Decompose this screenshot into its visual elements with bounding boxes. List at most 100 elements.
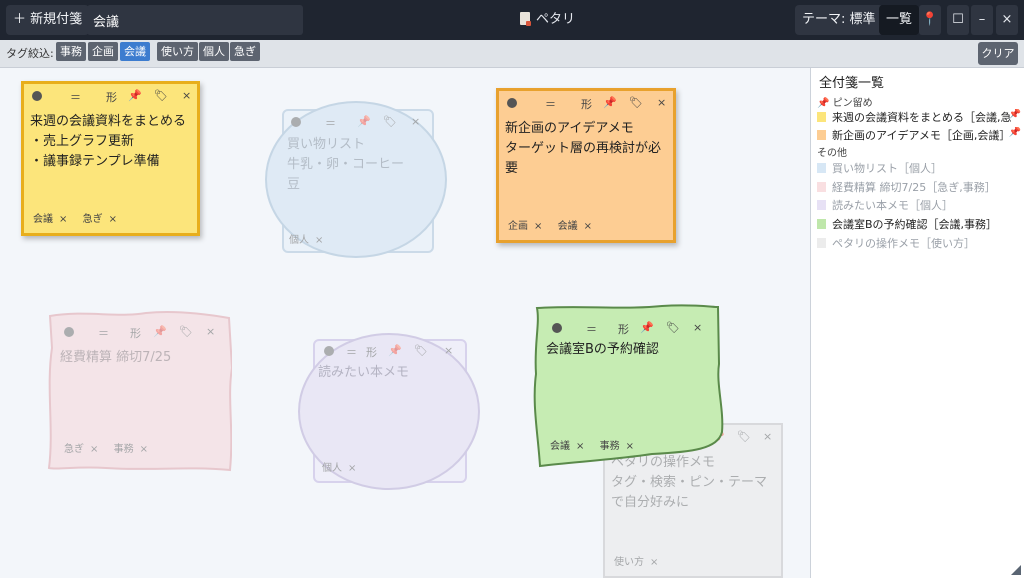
tag-remove-icon[interactable]: × [584,221,592,232]
list-item[interactable]: 買い物リスト［個人］ [817,160,1021,176]
list-item[interactable]: 来週の会議資料をまとめる［会議,急 📌 [817,109,1021,125]
note-tag[interactable]: 個人 [322,463,342,474]
list-toggle-button[interactable]: 一覧 [879,5,920,35]
tag-icon[interactable]: 🏷 [414,344,428,357]
tag-remove-icon[interactable]: × [59,214,67,225]
shape-button[interactable]: 形 [366,344,377,360]
new-note-button[interactable]: ＋ 新規付箋 [6,5,90,35]
list-item[interactable]: 読みたい本メモ［個人］ [817,197,1021,213]
note-text[interactable]: 読みたい本メモ [318,363,472,383]
note-header[interactable]: ＝ 形 📌 🏷 × [532,316,724,340]
note-tag[interactable]: 会議 [558,221,578,232]
sticky-note[interactable]: ＝ 形 📌 🏷 × 新企画のアイデアメモ ターゲット層の再検討が必 要 企画 × … [496,88,676,243]
pin-icon[interactable]: 📌 [153,325,167,338]
note-text[interactable]: 経費精算 締切7/25 [60,348,226,368]
pin-icon[interactable]: 📌 [388,344,402,357]
resize-grip-icon[interactable] [1011,565,1021,575]
pin-icon[interactable]: 📌 [603,96,617,109]
close-icon[interactable]: × [693,321,702,334]
shape-button[interactable]: 形 [130,325,141,341]
tag-icon[interactable]: 🏷 [383,115,397,128]
color-dot-icon[interactable] [291,117,301,127]
list-item[interactable]: ペタリの操作メモ［使い方］ [817,235,1021,251]
tag-filter-chip[interactable]: 企画 [88,42,118,61]
sticky-note-circle[interactable]: ＝ 形 📌 🏷 × 読みたい本メモ 個人 × [298,333,480,490]
tag-remove-icon[interactable]: × [348,463,356,474]
sticky-note[interactable]: ＝ 形 📌 🏷 × 来週の会議資料をまとめる ・売上グラフ更新 ・議事録テンプレ… [21,81,200,236]
tag-icon[interactable]: 🏷 [629,96,643,109]
drag-handle-icon[interactable]: ＝ [70,89,81,105]
minimize-button[interactable]: – [971,5,993,35]
close-icon[interactable]: × [444,344,453,357]
drag-handle-icon[interactable]: ＝ [346,344,357,360]
note-tag[interactable]: 事務 [114,444,134,455]
tag-filter-chip[interactable]: 使い方 [157,42,198,61]
note-tag[interactable]: 企画 [508,221,528,232]
drag-handle-icon[interactable]: ＝ [325,115,336,131]
list-item[interactable]: 新企画のアイデアメモ［企画,会議］ 📌 [817,127,1021,143]
tag-icon[interactable]: 🏷 [666,321,680,334]
color-dot-icon[interactable] [64,327,74,337]
tag-remove-icon[interactable]: × [315,235,323,246]
tag-filter-chip[interactable]: 事務 [56,42,86,61]
note-text[interactable]: 新企画のアイデアメモ ターゲット層の再検討が必 要 [505,119,667,179]
sticky-note-wavy[interactable]: ＝ 形 📌 🏷 × 会議室Bの予約確認 会議 × 事務 × [532,304,724,468]
tag-icon[interactable]: 🏷 [154,89,168,102]
close-icon[interactable]: × [182,89,191,102]
tag-remove-icon[interactable]: × [576,441,584,452]
note-header[interactable]: ＝ 形 📌 🏷 × [24,84,197,108]
note-header[interactable]: ＝ 形 📌 🏷 × [298,339,478,363]
list-item[interactable]: 経費精算 締切7/25［急ぎ,事務］ [817,179,1021,195]
shape-button[interactable]: 形 [106,89,117,105]
tag-remove-icon[interactable]: × [534,221,542,232]
drag-handle-icon[interactable]: ＝ [586,321,597,337]
drag-handle-icon[interactable]: ＝ [545,96,556,112]
note-tag[interactable]: 会議 [550,441,570,452]
tag-icon[interactable]: 🏷 [737,430,751,443]
note-text[interactable]: 会議室Bの予約確認 [546,340,718,360]
clear-filter-button[interactable]: クリア [978,42,1018,65]
tag-remove-icon[interactable]: × [140,444,148,455]
tag-remove-icon[interactable]: × [109,214,117,225]
pin-icon[interactable]: 📌 [357,115,371,128]
tag-icon[interactable]: 🏷 [179,325,193,338]
search-input[interactable] [87,5,303,35]
note-tag[interactable]: 急ぎ [83,214,103,225]
theme-button[interactable]: テーマ: 標準 [795,5,883,35]
close-icon[interactable]: × [657,96,666,109]
drag-handle-icon[interactable]: ＝ [98,325,109,341]
close-icon[interactable]: × [763,430,772,443]
tag-remove-icon[interactable]: × [90,444,98,455]
tag-remove-icon[interactable]: × [626,441,634,452]
color-dot-icon[interactable] [324,346,334,356]
shape-button[interactable]: 形 [581,96,592,112]
note-header[interactable]: ＝ 形 📌 🏷 × [499,91,673,115]
note-tag[interactable]: 会議 [33,214,53,225]
note-tag[interactable]: 個人 [289,235,309,246]
color-dot-icon[interactable] [552,323,562,333]
tag-remove-icon[interactable]: × [650,557,658,568]
sticky-note-wavy[interactable]: ＝ 形 📌 🏷 × 経費精算 締切7/25 急ぎ × 事務 × [46,308,232,473]
note-header[interactable]: ＝ 📌 🏷 × [265,110,445,134]
note-tag[interactable]: 使い方 [614,557,644,568]
maximize-button[interactable]: ☐ [947,5,969,35]
note-header[interactable]: ＝ 形 📌 🏷 × [46,320,232,344]
sticky-note-circle[interactable]: ＝ 📌 🏷 × 買い物リスト 牛乳・卵・コーヒー 豆 個人 × [265,101,447,258]
note-tag[interactable]: 急ぎ [64,444,84,455]
list-item[interactable]: 会議室Bの予約確認［会議,事務］ [817,216,1021,232]
note-text[interactable]: 来週の会議資料をまとめる ・売上グラフ更新 ・議事録テンプレ準備 [30,112,191,172]
shape-button[interactable]: 形 [618,321,629,337]
color-dot-icon[interactable] [32,91,42,101]
note-text[interactable]: 買い物リスト 牛乳・卵・コーヒー 豆 [287,135,439,195]
close-icon[interactable]: × [206,325,215,338]
tag-filter-chip-active[interactable]: 会議 [120,42,150,61]
color-dot-icon[interactable] [507,98,517,108]
tag-filter-chip[interactable]: 個人 [199,42,229,61]
note-tag[interactable]: 事務 [600,441,620,452]
pin-window-button[interactable]: 📍 [919,5,941,35]
pin-icon[interactable]: 📌 [640,321,654,334]
pin-icon[interactable]: 📌 [128,89,142,102]
close-window-button[interactable]: × [996,5,1018,35]
tag-filter-chip[interactable]: 急ぎ [230,42,260,61]
close-icon[interactable]: × [411,115,420,128]
